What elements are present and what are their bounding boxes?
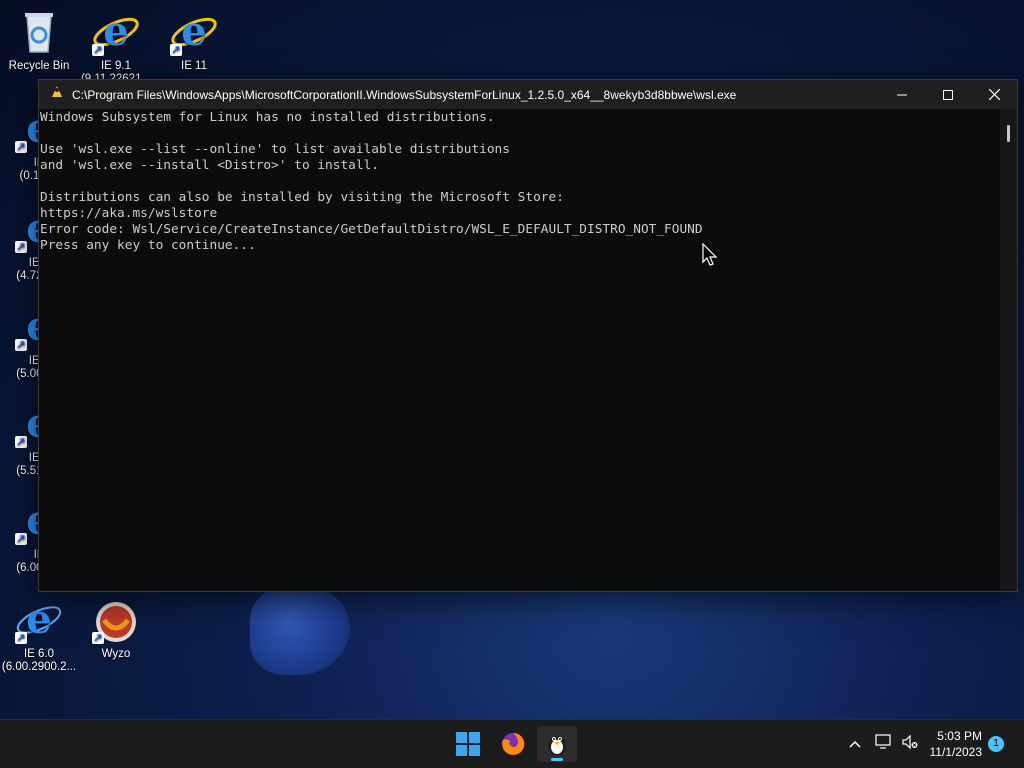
- taskbar-wsl[interactable]: [537, 726, 577, 762]
- shortcut-arrow-icon: ↗: [92, 632, 104, 644]
- console-line: https://aka.ms/wslstore: [40, 206, 218, 221]
- desktop-icon-label: IE 6.0: [23, 648, 55, 660]
- internet-explorer-icon: e ↗: [15, 596, 63, 644]
- system-tray: [846, 720, 922, 768]
- shortcut-arrow-icon: ↗: [92, 44, 104, 56]
- console-line: Windows Subsystem for Linux has no insta…: [40, 110, 495, 125]
- scrollbar-thumb[interactable]: [1007, 125, 1010, 142]
- network-icon[interactable]: [872, 733, 896, 755]
- minimize-button[interactable]: [879, 80, 925, 109]
- close-icon: [988, 89, 1000, 100]
- internet-explorer-icon: e ↗: [170, 8, 218, 56]
- minimize-icon: [897, 94, 907, 95]
- firefox-icon: [502, 732, 525, 755]
- wyzo-icon: ↗: [92, 596, 140, 644]
- desktop-icon-recycle-bin[interactable]: Recycle Bin: [0, 8, 78, 73]
- svg-text:e: e: [26, 596, 51, 643]
- console-line: Error code: Wsl/Service/CreateInstance/G…: [40, 222, 703, 237]
- shortcut-arrow-icon: ↗: [15, 632, 27, 644]
- desktop-icon-wyzo[interactable]: ↗ Wyzo: [77, 596, 155, 661]
- window-titlebar[interactable]: C:\Program Files\WindowsApps\MicrosoftCo…: [39, 80, 1017, 109]
- console-line: Use 'wsl.exe --list --online' to list av…: [40, 142, 510, 157]
- linux-penguin-icon: [48, 85, 66, 104]
- volume-muted-icon[interactable]: [898, 734, 922, 755]
- shortcut-arrow-icon: ↗: [170, 44, 182, 56]
- desktop-icon-ie-6-0[interactable]: e ↗ IE 6.0 (6.00.2900.2...: [0, 596, 78, 674]
- wsl-console-window[interactable]: C:\Program Files\WindowsApps\MicrosoftCo…: [38, 79, 1018, 592]
- internet-explorer-icon: e ↗: [92, 8, 140, 56]
- desktop-icon-label: IE 9.1: [100, 60, 132, 72]
- shortcut-arrow-icon: ↗: [15, 436, 27, 448]
- console-line: Press any key to continue...: [40, 238, 256, 253]
- console-line: [40, 174, 1000, 190]
- console-line: and 'wsl.exe --install <Distro>' to inst…: [40, 158, 379, 173]
- desktop-icon-label: IE 11: [181, 60, 207, 72]
- wsl-penguin-icon: [548, 736, 566, 756]
- clock-date: 11/1/2023: [929, 745, 983, 759]
- notification-badge[interactable]: 1: [988, 736, 1004, 752]
- mouse-cursor-icon: [702, 242, 718, 272]
- desktop-icon-ie-11[interactable]: e ↗ IE 11: [155, 8, 233, 73]
- maximize-button[interactable]: [925, 80, 971, 109]
- console-output[interactable]: Windows Subsystem for Linux has no insta…: [39, 109, 1000, 591]
- taskbar-firefox[interactable]: [493, 726, 533, 762]
- desktop-icon-label: Recycle Bin: [8, 60, 70, 72]
- wallpaper-shape: [250, 585, 350, 675]
- recycle-bin-icon: [15, 8, 63, 56]
- svg-text:e: e: [181, 8, 206, 55]
- desktop-icon-sublabel: (6.00.2900.2...: [1, 661, 77, 673]
- shortcut-arrow-icon: ↗: [15, 339, 27, 351]
- active-indicator: [551, 758, 563, 761]
- desktop-icon-label: Wyzo: [101, 648, 131, 660]
- console-line: Distributions can also be installed by v…: [40, 190, 564, 205]
- console-line: [40, 126, 1000, 142]
- shortcut-arrow-icon: ↗: [15, 533, 27, 545]
- chevron-up-icon: [849, 740, 861, 748]
- shortcut-arrow-icon: ↗: [15, 241, 27, 253]
- windows-logo-icon: [456, 732, 480, 756]
- maximize-icon: [943, 89, 953, 100]
- shortcut-arrow-icon: ↗: [15, 141, 27, 153]
- window-title: C:\Program Files\WindowsApps\MicrosoftCo…: [72, 87, 737, 102]
- desktop-icon-ie-9-1[interactable]: e ↗ IE 9.1 (9.11.22621...: [77, 8, 155, 86]
- start-button[interactable]: [448, 726, 488, 762]
- taskbar: 5:03 PM 11/1/2023 1: [0, 719, 1024, 768]
- vertical-scrollbar[interactable]: [1000, 109, 1017, 591]
- taskbar-clock[interactable]: 5:03 PM 11/1/2023: [930, 728, 983, 760]
- clock-time: 5:03 PM: [937, 729, 982, 743]
- close-button[interactable]: [971, 80, 1017, 109]
- svg-text:e: e: [103, 8, 128, 55]
- show-hidden-icons-button[interactable]: [846, 735, 864, 753]
